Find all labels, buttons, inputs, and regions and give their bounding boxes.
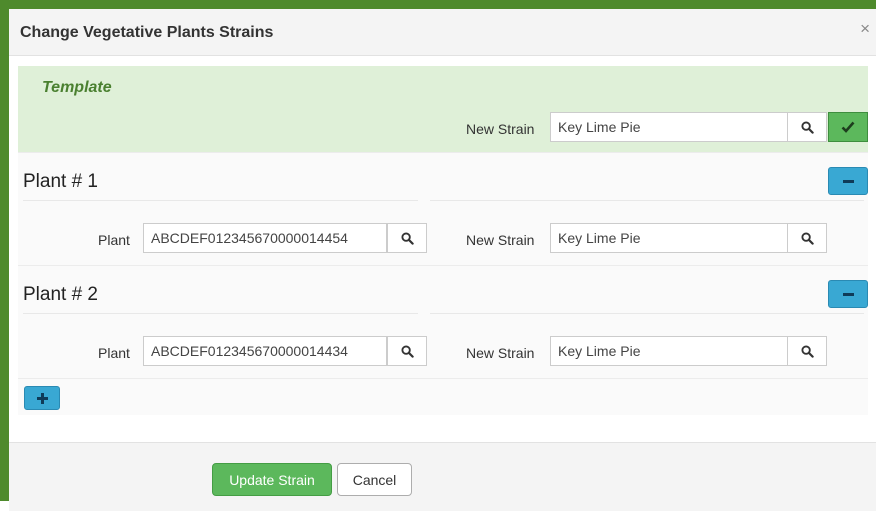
new-strain-label: New Strain <box>466 232 535 248</box>
dialog-body: Template New Strain Key Lime Pie Plant #… <box>18 66 868 415</box>
plant-search-button[interactable] <box>387 336 427 366</box>
divider <box>430 313 864 314</box>
search-icon <box>800 120 814 134</box>
remove-plant-button[interactable] <box>828 167 868 195</box>
new-strain-label: New Strain <box>466 345 535 361</box>
template-strain-search-button[interactable] <box>787 112 827 142</box>
add-plant-button[interactable] <box>24 386 60 410</box>
divider <box>23 313 418 314</box>
minus-icon <box>842 292 854 296</box>
plant-input[interactable]: ABCDEF012345670000014434 <box>143 336 387 366</box>
apply-template-button[interactable] <box>828 112 868 142</box>
template-new-strain-input[interactable]: Key Lime Pie <box>550 112 788 142</box>
divider <box>23 200 418 201</box>
cancel-button[interactable]: Cancel <box>337 463 412 496</box>
search-icon <box>800 344 814 358</box>
plant-label: Plant <box>98 345 130 361</box>
close-icon[interactable]: × <box>860 19 870 39</box>
new-strain-input[interactable]: Key Lime Pie <box>550 223 788 253</box>
divider <box>430 200 864 201</box>
new-strain-input[interactable]: Key Lime Pie <box>550 336 788 366</box>
check-icon <box>841 121 855 133</box>
plant-title: Plant # 2 <box>23 284 98 305</box>
plant-section-1: Plant # 1 Plant ABCDEF012345670000014454… <box>18 152 868 265</box>
plant-title: Plant # 1 <box>23 171 98 192</box>
plus-icon <box>36 392 48 404</box>
strain-search-button[interactable] <box>787 223 827 253</box>
modal-dialog: Change Vegetative Plants Strains × Templ… <box>0 0 876 511</box>
plant-label: Plant <box>98 232 130 248</box>
remove-plant-button[interactable] <box>828 280 868 308</box>
dialog-header: Change Vegetative Plants Strains × <box>9 9 876 56</box>
template-section: Template New Strain Key Lime Pie <box>18 66 868 152</box>
plant-section-2: Plant # 2 Plant ABCDEF012345670000014434… <box>18 265 868 378</box>
plant-search-button[interactable] <box>387 223 427 253</box>
add-plant-row <box>18 378 868 415</box>
search-icon <box>400 344 414 358</box>
update-strain-button[interactable]: Update Strain <box>212 463 332 496</box>
search-icon <box>800 231 814 245</box>
dialog-title: Change Vegetative Plants Strains <box>20 24 274 41</box>
strain-search-button[interactable] <box>787 336 827 366</box>
search-icon <box>400 231 414 245</box>
template-new-strain-label: New Strain <box>466 121 535 137</box>
minus-icon <box>842 179 854 183</box>
plant-input[interactable]: ABCDEF012345670000014454 <box>143 223 387 253</box>
template-label: Template <box>42 79 112 96</box>
